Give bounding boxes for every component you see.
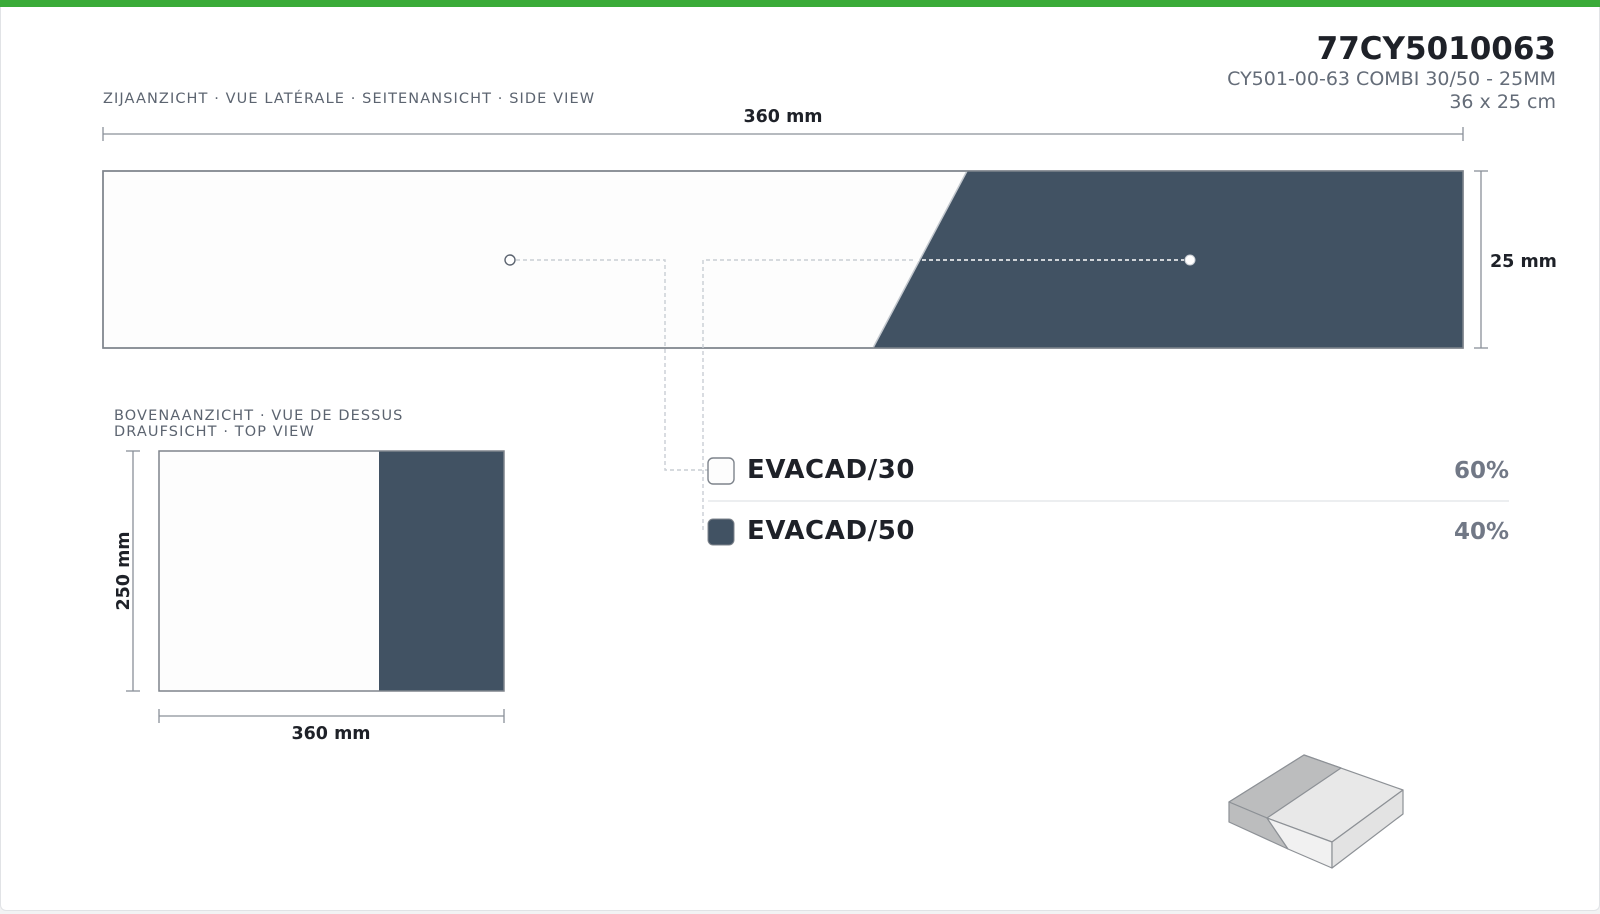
top-view-width-dimension — [158, 709, 505, 723]
product-size: 36 x 25 cm — [1449, 91, 1556, 113]
product-description: CY501-00-63 COMBI 30/50 - 25MM — [1227, 68, 1556, 90]
top-view-caption-line2: DRAUFSICHT · TOP VIEW — [114, 424, 315, 440]
side-view-width-label: 360 mm — [743, 107, 822, 127]
material-percent-evacad30: 60% — [1454, 458, 1509, 484]
material-percent-evacad50: 40% — [1454, 519, 1509, 545]
top-view-height-label: 250 mm — [114, 531, 134, 610]
material-name-evacad30: EVACAD/30 — [747, 455, 915, 485]
side-view-caption: ZIJAANZICHT · VUE LATÉRALE · SEITENANSIC… — [103, 90, 595, 107]
product-code: 77CY5010063 — [1317, 31, 1556, 67]
block-3d-icon — [1228, 754, 1404, 869]
side-view-width-dimension — [102, 127, 1464, 141]
material-row-evacad30: EVACAD/30 60% — [707, 455, 1509, 485]
leader-dot-dark — [1184, 254, 1196, 266]
top-view-caption-line1: BOVENAANZICHT · VUE DE DESSUS — [114, 408, 403, 424]
material-legend: EVACAD/30 60% EVACAD/50 40% — [707, 455, 1509, 546]
side-view-height-label: 25 mm — [1490, 252, 1557, 272]
top-view-dark-part — [379, 451, 504, 691]
top-view-width-label: 360 mm — [291, 724, 370, 744]
material-name-evacad50: EVACAD/50 — [747, 516, 915, 546]
material-swatch-evacad30 — [707, 457, 735, 485]
material-swatch-evacad50 — [707, 518, 735, 546]
material-row-evacad50: EVACAD/50 40% — [707, 516, 1509, 546]
leader-dot-light — [504, 254, 516, 266]
side-view-height-dimension — [1474, 170, 1488, 349]
top-view-plan — [158, 450, 505, 692]
technical-drawing: 77CY5010063 CY501-00-63 COMBI 30/50 - 25… — [102, 31, 1557, 869]
